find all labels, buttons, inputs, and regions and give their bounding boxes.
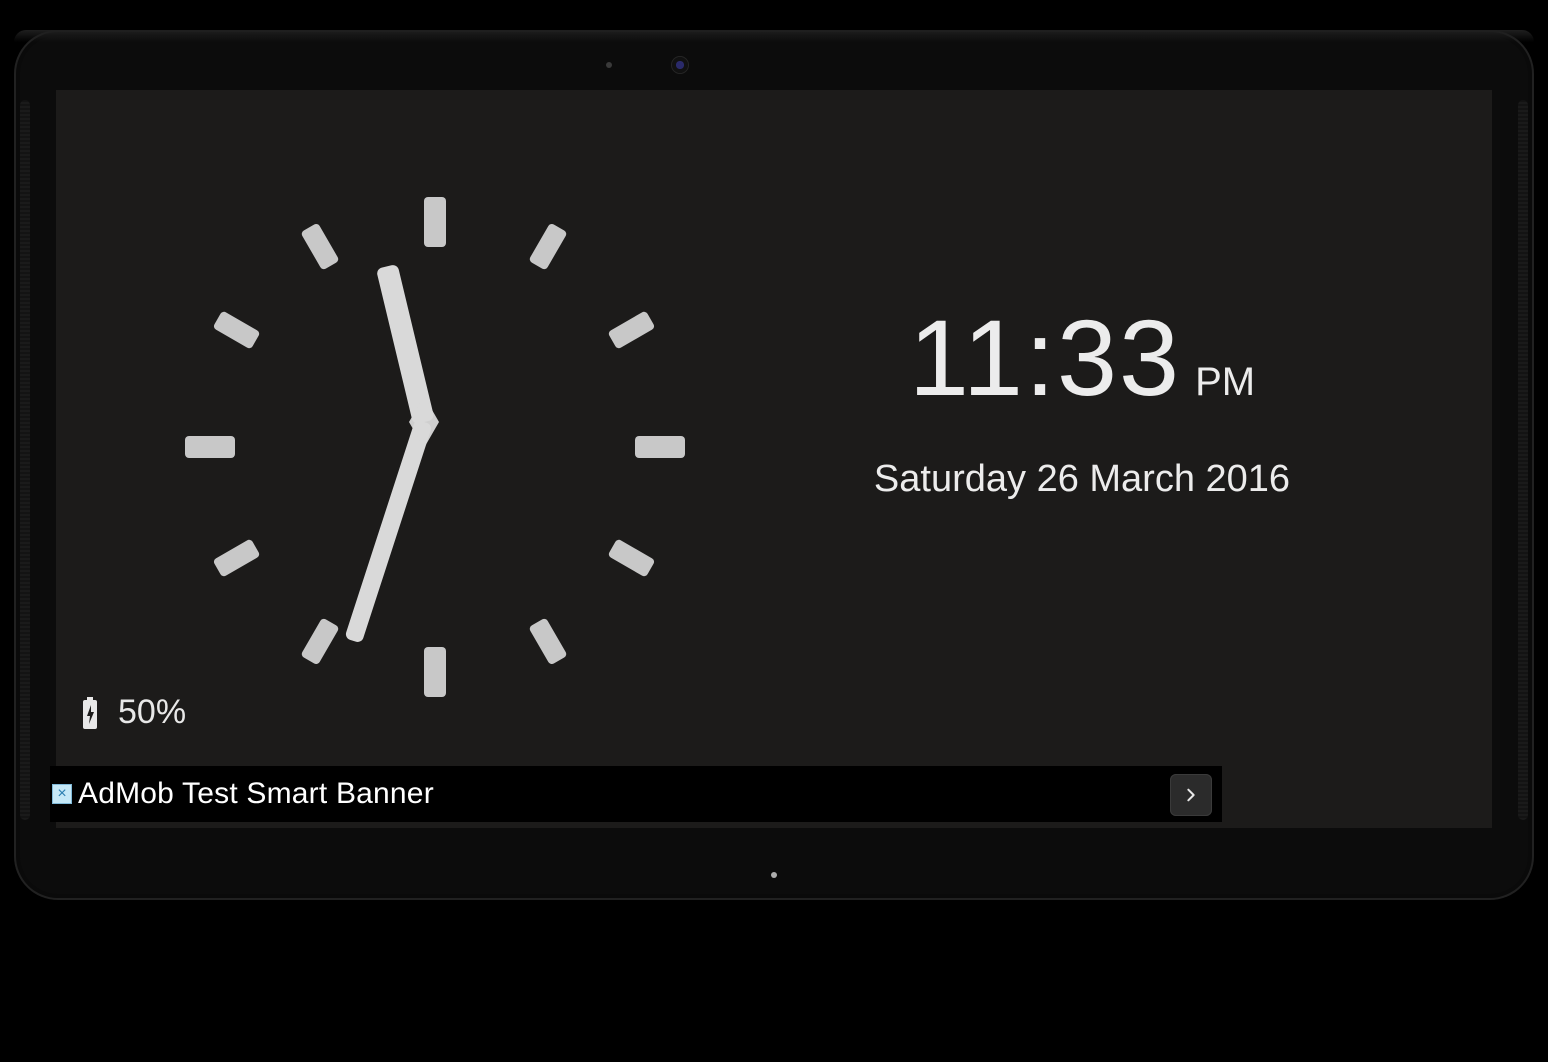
front-camera-icon <box>672 57 688 73</box>
ampm-label: PM <box>1195 360 1255 415</box>
chevron-right-icon <box>1183 787 1199 803</box>
device-mockup-stage: 11:33 PM Saturday 26 March 2016 50% <box>0 0 1548 1062</box>
ad-banner-text: AdMob Test Smart Banner <box>78 777 434 811</box>
digital-time: 11:33 <box>909 295 1181 420</box>
date-label: Saturday 26 March 2016 <box>762 458 1402 501</box>
microphone-dot-icon <box>606 62 612 68</box>
battery-status: 50% <box>80 693 186 732</box>
bottom-indicator-dot-icon <box>771 872 777 878</box>
screen[interactable]: 11:33 PM Saturday 26 March 2016 50% <box>56 90 1492 828</box>
tablet-frame: 11:33 PM Saturday 26 March 2016 50% <box>14 30 1534 900</box>
speaker-grill-left-icon <box>20 100 30 820</box>
ad-banner[interactable]: × AdMob Test Smart Banner <box>50 766 1222 822</box>
battery-percent-label: 50% <box>118 693 186 732</box>
ad-close-icon[interactable]: × <box>52 784 72 804</box>
battery-charging-icon <box>80 697 100 729</box>
clock-minute-hand-icon <box>344 419 432 643</box>
speaker-grill-right-icon <box>1518 100 1528 820</box>
ad-cta-button[interactable] <box>1170 774 1212 816</box>
analog-clock <box>144 142 704 702</box>
digital-clock-block: 11:33 PM Saturday 26 March 2016 <box>762 295 1402 501</box>
